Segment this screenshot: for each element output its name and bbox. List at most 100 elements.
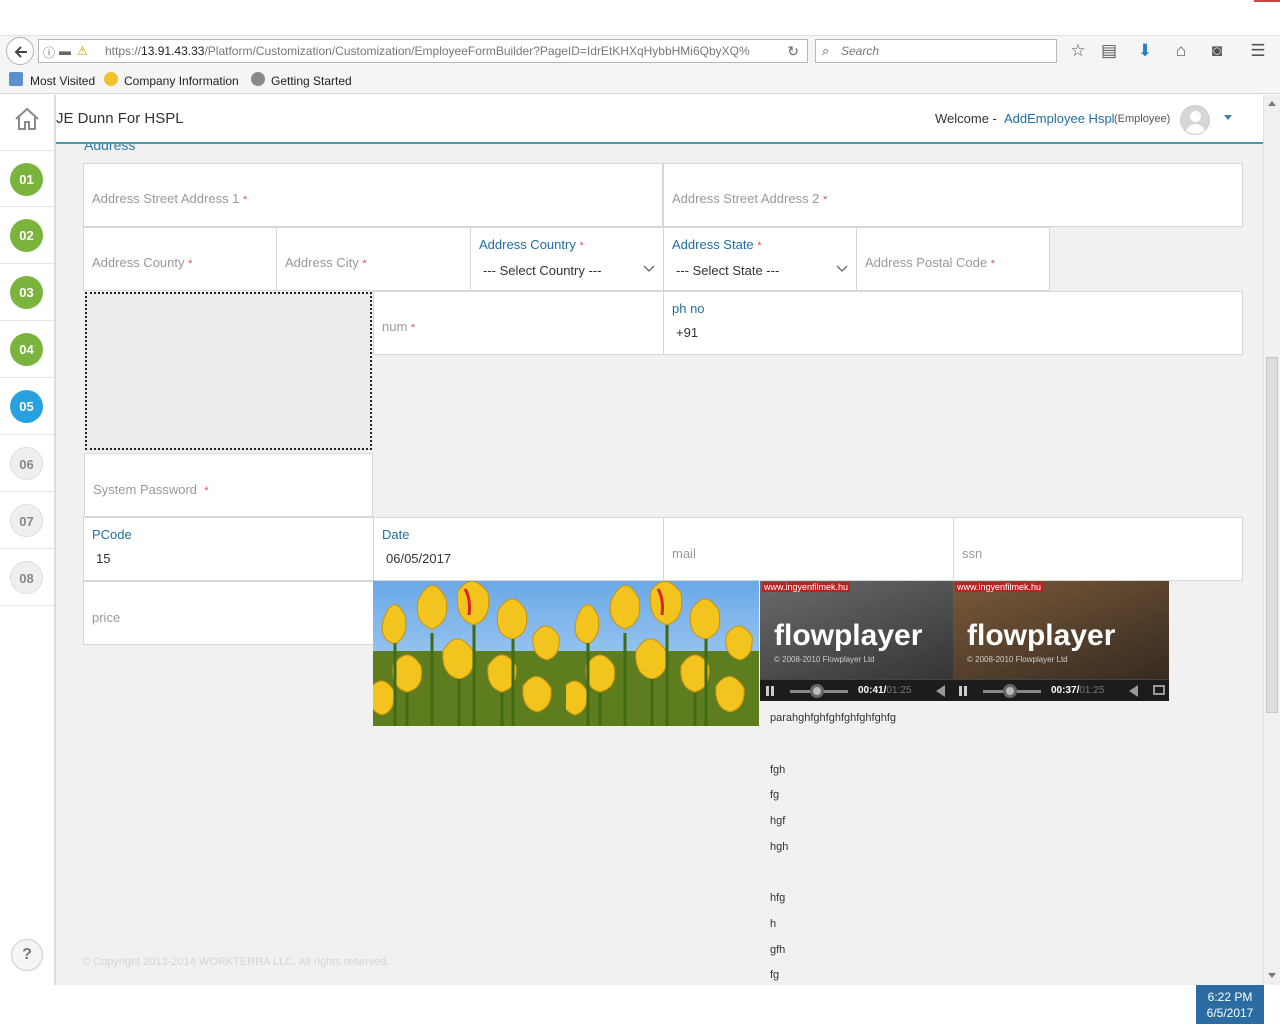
step-number: 02 — [10, 219, 43, 252]
back-button[interactable] — [6, 37, 34, 65]
paragraph-line: fg — [770, 789, 780, 801]
step-number: 07 — [10, 504, 43, 537]
address-bar[interactable]: ⓘ ▬ ⚠ https://13.91.43.33/Platform/Custo… — [38, 39, 808, 63]
pause-icon[interactable] — [959, 686, 967, 696]
window-edge — [1254, 0, 1280, 2]
paragraph-line: gfh — [770, 944, 786, 956]
chevron-down-icon — [643, 265, 655, 272]
date-field[interactable]: Date 06/05/2017 — [373, 517, 664, 581]
step-03[interactable]: 03 — [0, 264, 54, 321]
page-scrollbar[interactable] — [1263, 95, 1280, 985]
step-sidebar: 01 02 03 04 05 06 07 08 ? — [0, 95, 56, 985]
date-label: Date — [382, 527, 410, 542]
video-controls: 00:41/01:25 — [760, 679, 953, 701]
video-seek-knob[interactable] — [810, 684, 824, 698]
video-site-label: www.ingyenfilmek.hu — [955, 582, 1044, 592]
video-seek-knob[interactable] — [1003, 684, 1017, 698]
step-number: 03 — [10, 276, 43, 309]
phone-field[interactable]: ph no +91 — [663, 291, 1243, 355]
back-arrow-icon — [14, 46, 27, 58]
user-menu-caret-icon[interactable] — [1224, 115, 1232, 120]
country-select[interactable]: Address Country * --- Select Country --- — [470, 227, 664, 291]
mail-placeholder: mail — [672, 546, 696, 561]
lock-warning-icon[interactable]: ⚠ — [77, 44, 88, 58]
info-icon[interactable]: ⓘ — [43, 44, 55, 61]
most-visited-icon — [9, 72, 23, 86]
county-field[interactable]: Address County * — [83, 227, 277, 291]
system-password-field[interactable]: System Password * — [84, 453, 373, 517]
step-number: 04 — [10, 333, 43, 366]
fullscreen-icon[interactable] — [1153, 685, 1165, 695]
step-04[interactable]: 04 — [0, 321, 54, 378]
scroll-thumb[interactable] — [1266, 357, 1278, 713]
paragraph-line: fg — [770, 969, 780, 981]
video-player[interactable]: www.ingyenfilmek.hu flowplayer © 2008-20… — [953, 581, 1169, 701]
volume-icon[interactable] — [936, 685, 945, 697]
bookmark-star-icon[interactable]: ☆ — [1067, 40, 1089, 62]
state-label: Address State * — [672, 237, 762, 252]
avatar[interactable] — [1180, 105, 1210, 135]
bookmark-company-information[interactable]: Company Information — [124, 74, 239, 88]
step-02[interactable]: 02 — [0, 207, 54, 264]
reading-list-icon[interactable]: ▤ — [1098, 40, 1120, 62]
pcode-value: 15 — [96, 551, 111, 566]
bookmark-getting-started[interactable]: Getting Started — [271, 74, 352, 88]
video-controls: 00:37/01:25 — [953, 679, 1169, 701]
ssn-field[interactable]: ssn — [953, 517, 1243, 581]
date-value: 06/05/2017 — [386, 551, 452, 566]
step-08[interactable]: 08 — [0, 549, 54, 606]
taskbar-clock[interactable]: 6:22 PM 6/5/2017 — [1196, 985, 1264, 1024]
user-role: (Employee) — [1114, 113, 1171, 125]
state-select[interactable]: Address State * --- Select State --- — [663, 227, 857, 291]
street-address-2-placeholder: Address Street Address 2 * — [672, 191, 828, 206]
step-07[interactable]: 07 — [0, 492, 54, 549]
welcome-text: Welcome - — [935, 111, 997, 126]
num-field[interactable]: num * — [373, 291, 664, 355]
scroll-down-icon[interactable] — [1268, 973, 1276, 978]
pause-icon[interactable] — [766, 686, 774, 696]
home-browser-icon[interactable]: ⌂ — [1170, 40, 1192, 62]
getting-started-icon — [251, 72, 265, 86]
company-info-icon — [104, 72, 118, 86]
street-address-2-field[interactable]: Address Street Address 2 * — [663, 163, 1243, 227]
help-button[interactable]: ? — [11, 939, 43, 971]
step-06[interactable]: 06 — [0, 435, 54, 492]
step-01[interactable]: 01 — [0, 150, 54, 207]
system-password-placeholder: System Password * — [93, 482, 209, 497]
bookmarks-bar: Most Visited Company Information Getting… — [0, 66, 1280, 94]
step-number: 01 — [10, 163, 43, 196]
camera-icon: ▬ — [59, 44, 71, 58]
reload-icon[interactable]: ↻ — [787, 43, 799, 60]
home-icon[interactable] — [12, 104, 42, 134]
postal-code-field[interactable]: Address Postal Code * — [856, 227, 1050, 291]
url-text[interactable]: https://13.91.43.33/Platform/Customizati… — [105, 44, 750, 58]
menu-icon[interactable]: ☰ — [1247, 40, 1269, 62]
city-field[interactable]: Address City * — [276, 227, 471, 291]
search-bar[interactable]: ⌕ Search — [815, 39, 1057, 63]
user-name-link[interactable]: AddEmployee Hspl — [1004, 111, 1115, 126]
pcode-field[interactable]: PCode 15 — [83, 517, 374, 581]
video-player[interactable]: www.ingyenfilmek.hu flowplayer © 2008-20… — [760, 581, 953, 701]
phone-label: ph no — [672, 301, 705, 316]
video-copyright: © 2008-2010 Flowplayer Ltd — [774, 655, 875, 664]
footer-copyright: © Copyright 2013-2014 WORKTERRA LLC. All… — [82, 956, 390, 968]
volume-icon[interactable] — [1129, 685, 1138, 697]
scroll-up-icon[interactable] — [1268, 101, 1276, 106]
video-copyright: © 2008-2010 Flowplayer Ltd — [967, 655, 1068, 664]
step-number: 06 — [10, 447, 43, 480]
photo-upload-area[interactable] — [85, 292, 372, 450]
state-selected-value: --- Select State --- — [676, 263, 780, 278]
pcode-label: PCode — [92, 527, 132, 542]
price-field[interactable]: price — [83, 581, 374, 645]
pocket-icon[interactable]: ◙ — [1206, 40, 1228, 62]
bookmark-most-visited[interactable]: Most Visited — [30, 74, 95, 88]
app-content: 01 02 03 04 05 06 07 08 ? Address JE Dun… — [0, 95, 1280, 985]
search-placeholder: Search — [841, 44, 880, 58]
street-address-1-field[interactable]: Address Street Address 1 * — [83, 163, 663, 227]
company-name: JE Dunn For HSPL — [56, 110, 184, 127]
step-05[interactable]: 05 — [0, 378, 54, 435]
mail-field[interactable]: mail — [663, 517, 954, 581]
download-icon[interactable]: ⬇ — [1134, 40, 1156, 62]
num-placeholder: num * — [382, 319, 416, 334]
video-brand: flowplayer — [967, 619, 1116, 652]
